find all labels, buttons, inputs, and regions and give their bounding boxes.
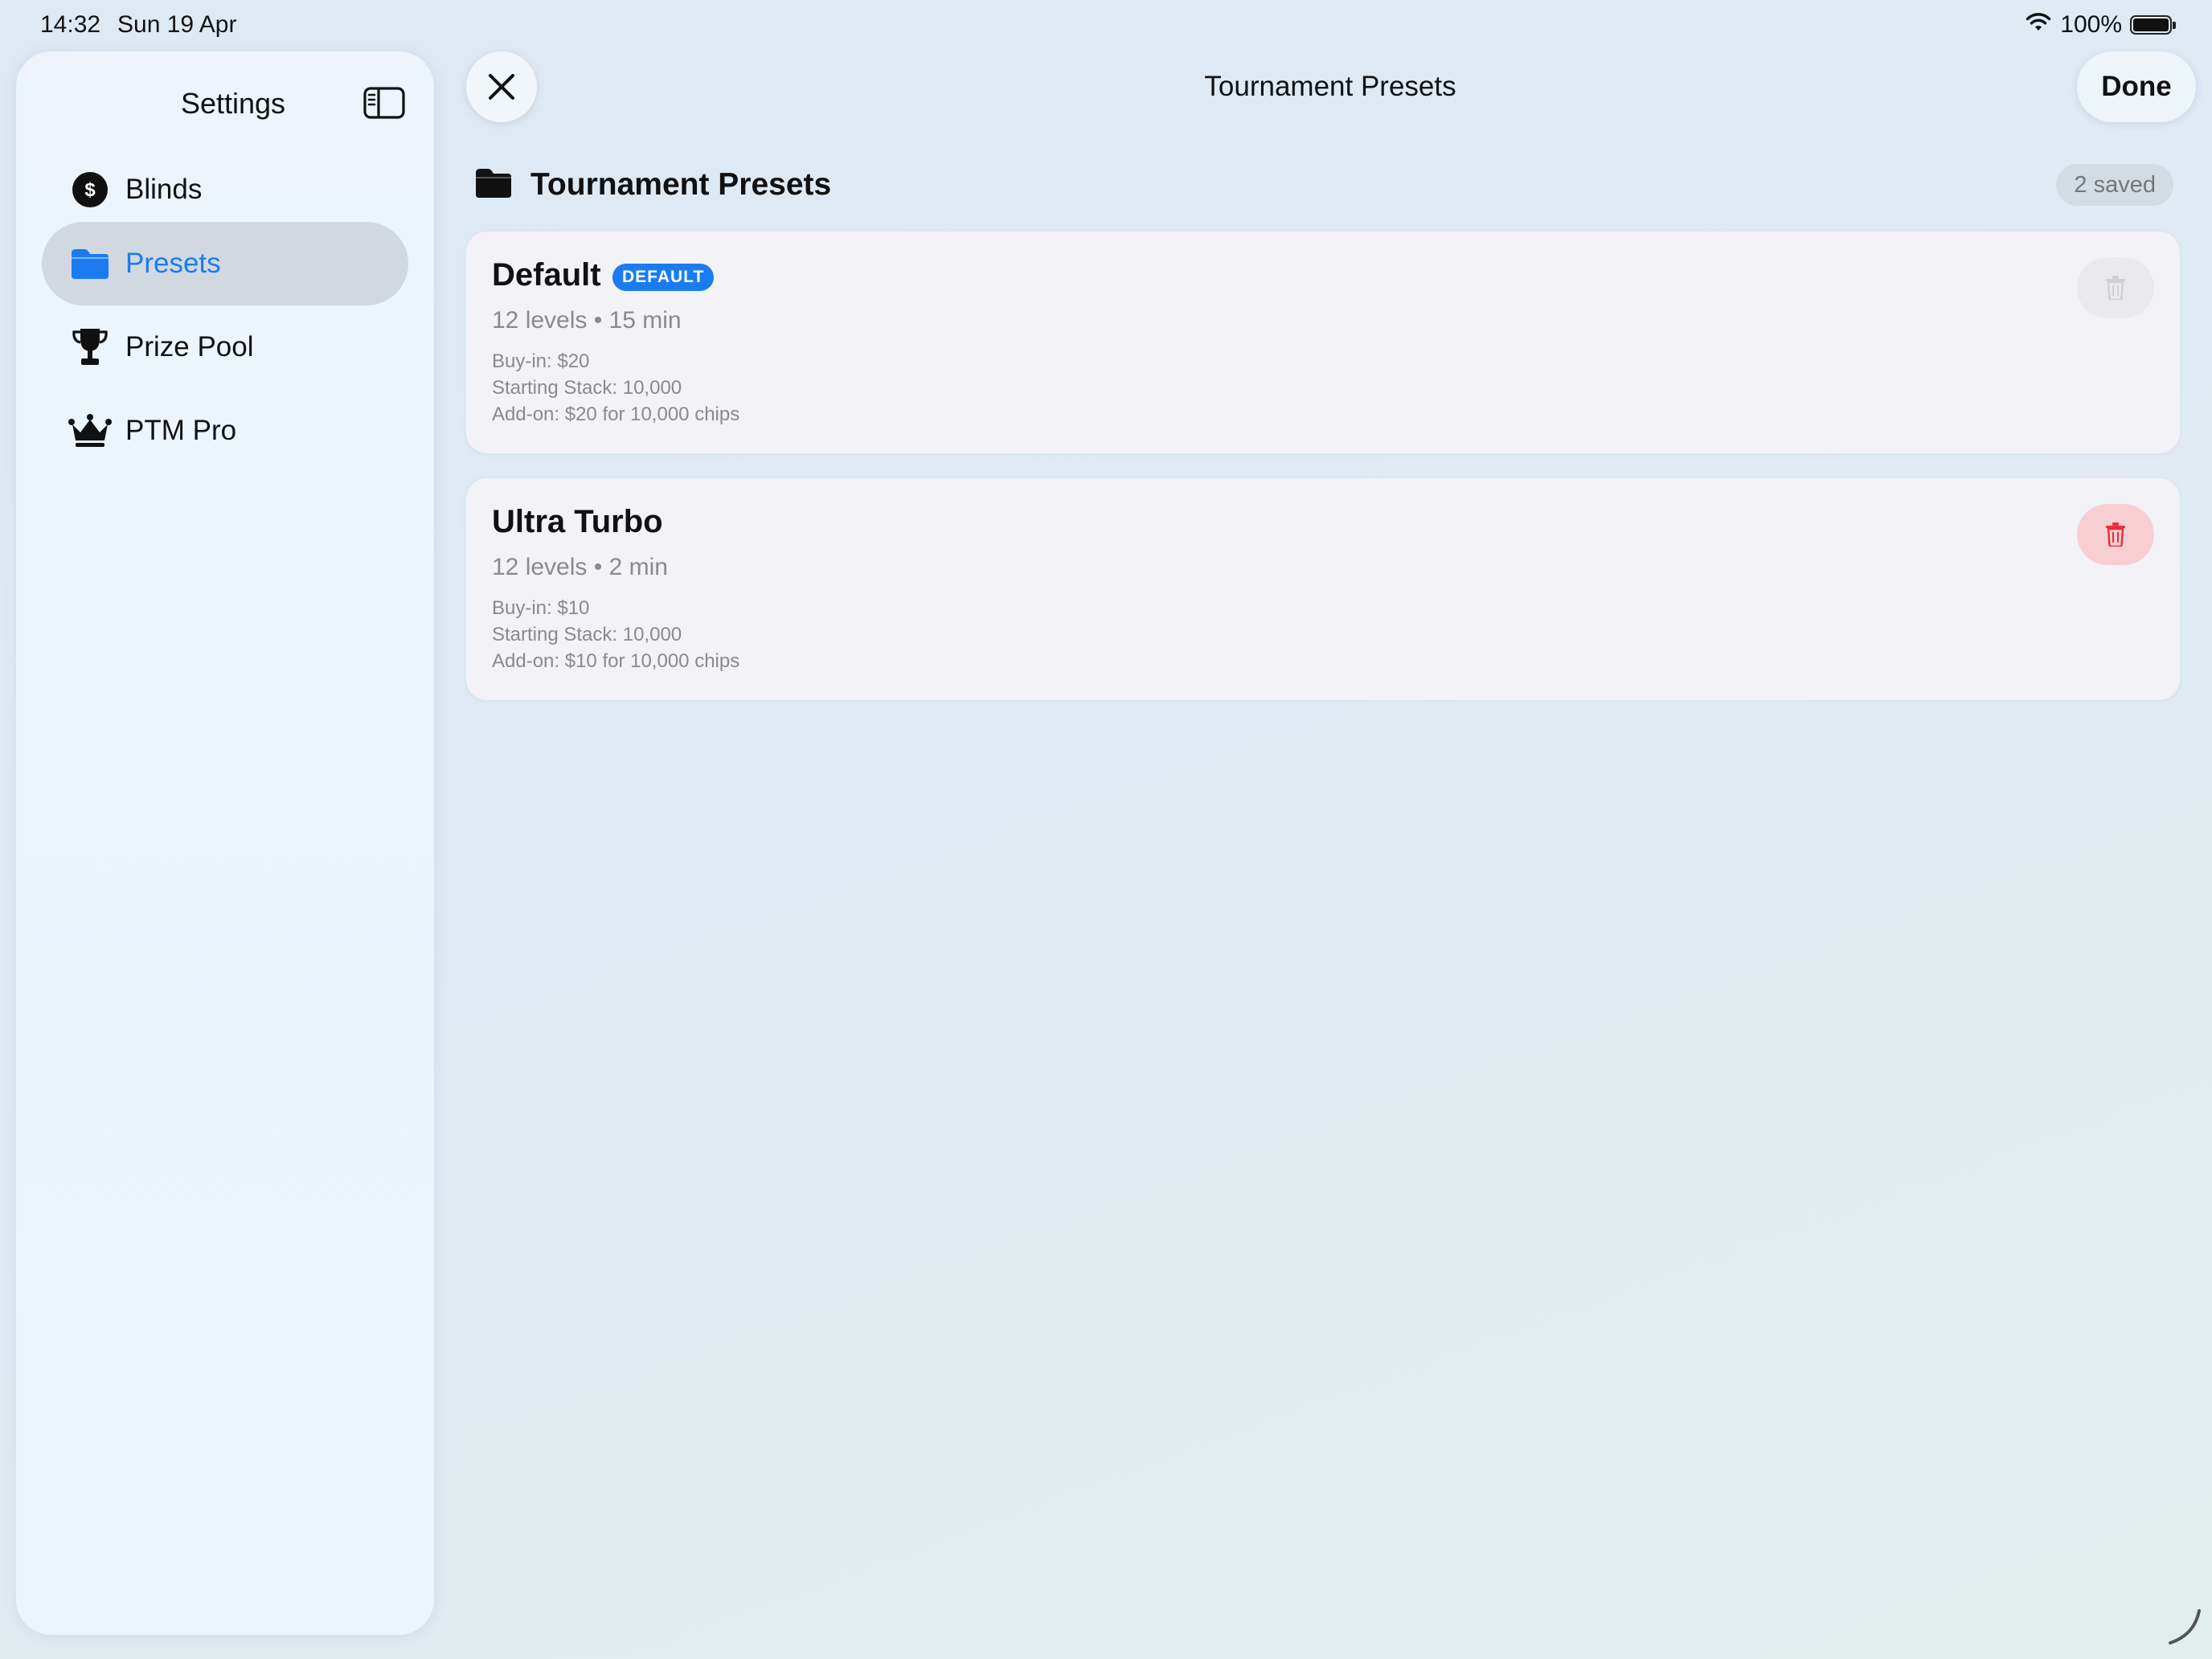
dollar-circle-icon: $ xyxy=(68,167,113,212)
trophy-icon xyxy=(68,325,113,370)
delete-preset-button[interactable] xyxy=(2077,257,2154,318)
preset-buy-in: Buy-in: $20 xyxy=(492,350,590,372)
preset-add-on: Add-on: $10 for 10,000 chips xyxy=(492,650,740,672)
battery-percent: 100% xyxy=(2060,11,2122,38)
preset-summary: 12 levels • 2 min xyxy=(492,554,668,580)
svg-text:$: $ xyxy=(84,179,96,201)
preset-starting-stack: Starting Stack: 10,000 xyxy=(492,624,682,645)
settings-sidebar: Settings $ Blinds Presets Prize Pool PTM… xyxy=(16,51,434,1635)
sidebar-item-label: Prize Pool xyxy=(125,331,254,363)
wifi-icon xyxy=(2025,11,2052,39)
sidebar-item-label: PTM Pro xyxy=(125,415,237,446)
preset-name: Default xyxy=(492,257,601,293)
preset-starting-stack: Starting Stack: 10,000 xyxy=(492,377,682,399)
sidebar-item-label: Presets xyxy=(125,248,221,279)
battery-icon xyxy=(2130,15,2176,35)
corner-gesture-mark xyxy=(2169,1609,2201,1645)
preset-buy-in: Buy-in: $10 xyxy=(492,597,590,619)
folder-icon xyxy=(68,241,113,286)
page-title: Tournament Presets xyxy=(1204,71,1456,102)
crown-icon xyxy=(68,408,113,453)
status-indicators: 100% xyxy=(2025,11,2176,39)
folder-icon xyxy=(474,167,513,199)
close-button[interactable] xyxy=(466,51,537,122)
preset-card-ultra-turbo[interactable]: Ultra Turbo 12 levels • 2 min Buy-in: $1… xyxy=(466,478,2180,700)
sidebar-item-prize-pool[interactable]: Prize Pool xyxy=(42,305,408,389)
done-button[interactable]: Done xyxy=(2077,51,2196,122)
preset-add-on: Add-on: $20 for 10,000 chips xyxy=(492,403,740,425)
preset-card-default[interactable]: Default DEFAULT 12 levels • 15 min Buy-i… xyxy=(466,231,2180,453)
status-date: Sun 19 Apr xyxy=(117,11,237,38)
saved-count-badge: 2 saved xyxy=(2056,164,2173,206)
trash-icon xyxy=(2106,276,2125,300)
sidebar-item-ptm-pro[interactable]: PTM Pro xyxy=(42,389,408,473)
trash-icon xyxy=(2106,522,2125,547)
sidebar-item-presets[interactable]: Presets xyxy=(42,222,408,305)
close-icon xyxy=(489,74,514,100)
preset-summary: 12 levels • 15 min xyxy=(492,307,682,334)
status-time: 14:32 xyxy=(40,11,101,38)
section-title: Tournament Presets xyxy=(530,167,832,202)
status-bar: 14:32 Sun 19 Apr 100% xyxy=(0,0,2212,51)
sidebar-toggle-icon xyxy=(363,87,405,119)
sidebar-item-blinds[interactable]: $ Blinds xyxy=(42,148,408,231)
default-badge: DEFAULT xyxy=(612,264,715,291)
preset-name: Ultra Turbo xyxy=(492,504,663,539)
sidebar-item-label: Blinds xyxy=(125,174,203,205)
delete-preset-button[interactable] xyxy=(2077,504,2154,565)
section-header: Tournament Presets 2 saved xyxy=(474,164,2178,209)
battery-fill xyxy=(2133,18,2169,31)
sidebar-toggle-button[interactable] xyxy=(363,85,406,121)
